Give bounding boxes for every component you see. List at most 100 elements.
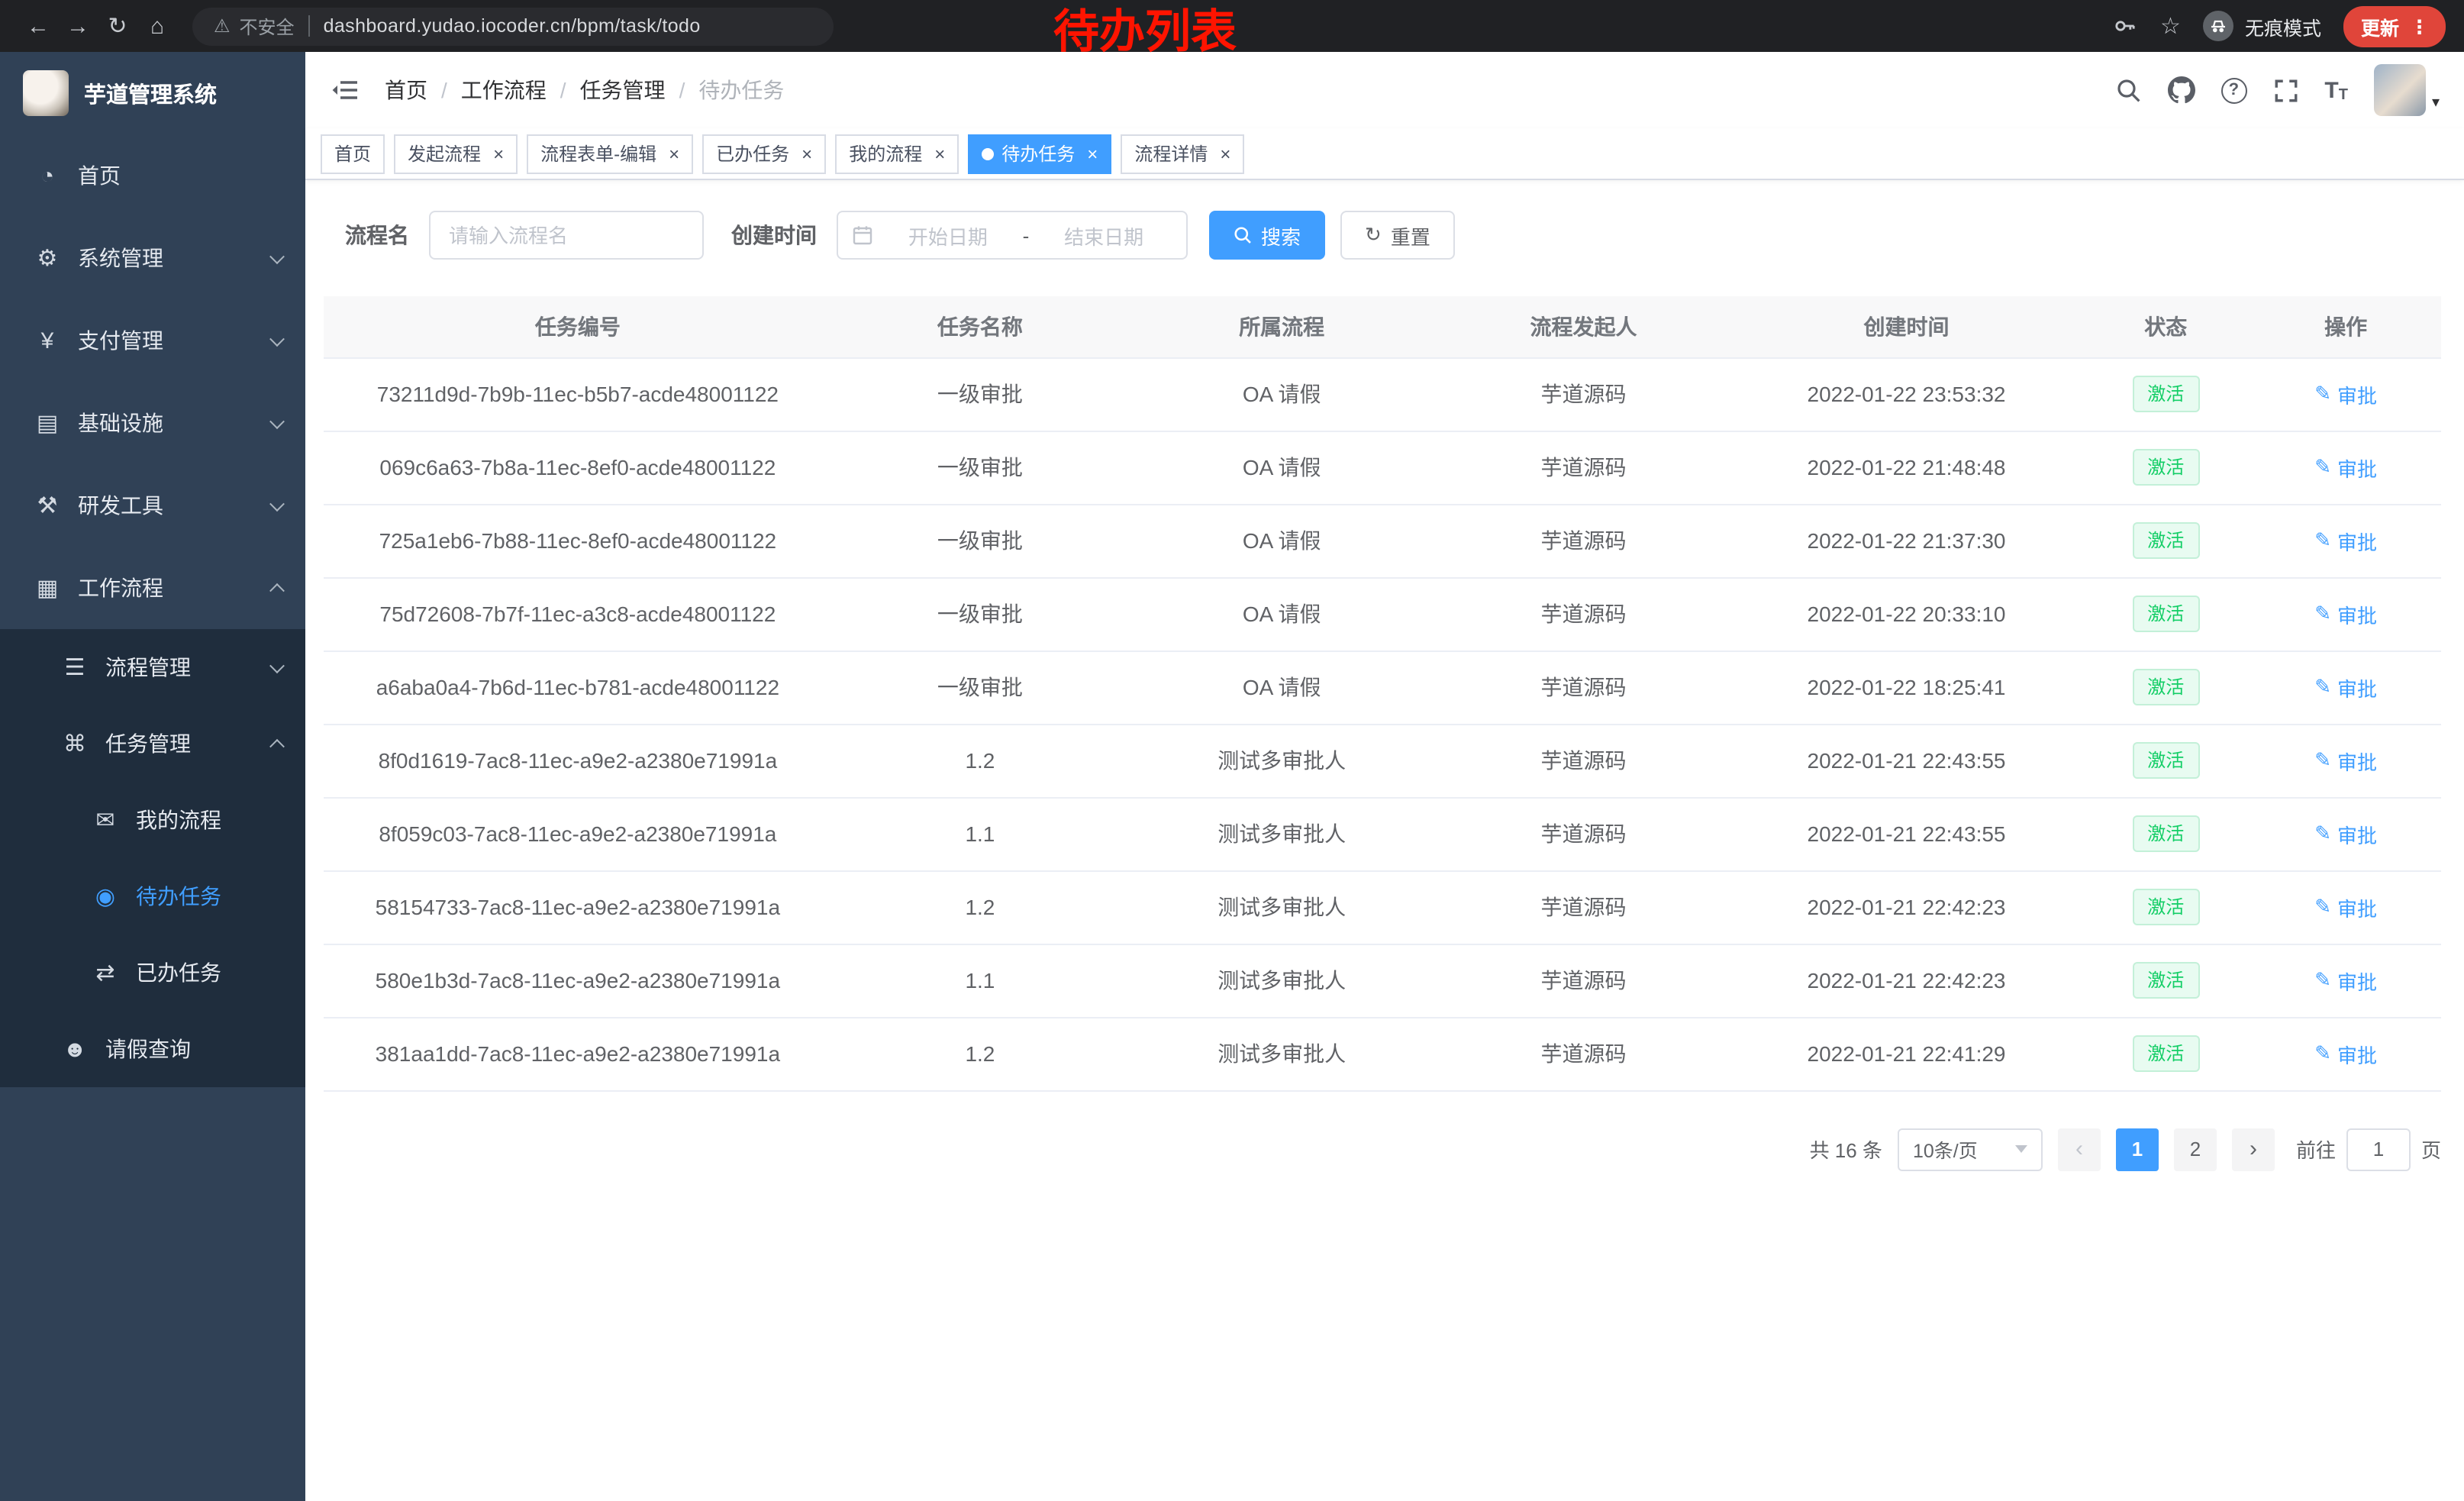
approve-link[interactable]: ✎审批 bbox=[2314, 673, 2377, 702]
reload-icon[interactable]: ↻ bbox=[98, 6, 137, 46]
sidebar-item-dev-tools[interactable]: ⚒研发工具 bbox=[0, 464, 305, 547]
close-icon[interactable]: × bbox=[493, 144, 504, 163]
tab-start-process[interactable]: 发起流程× bbox=[394, 134, 518, 173]
chevron-down-icon bbox=[269, 495, 285, 511]
close-icon[interactable]: × bbox=[1220, 144, 1230, 163]
approve-link[interactable]: ✎审批 bbox=[2314, 379, 2377, 408]
process-name-input[interactable] bbox=[429, 211, 704, 260]
tab-my-process[interactable]: 我的流程× bbox=[835, 134, 959, 173]
sidebar-item-system[interactable]: ⚙系统管理 bbox=[0, 217, 305, 299]
filter-form: 流程名 创建时间 开始日期 - 结束日期 搜索 bbox=[345, 211, 2441, 260]
column-header: 任务编号 bbox=[324, 296, 832, 357]
close-icon[interactable]: × bbox=[669, 144, 679, 163]
edit-icon: ✎ bbox=[2314, 675, 2331, 699]
edit-icon: ✎ bbox=[2314, 895, 2331, 919]
date-range-picker[interactable]: 开始日期 - 结束日期 bbox=[837, 211, 1188, 260]
tab-process-detail[interactable]: 流程详情× bbox=[1121, 134, 1244, 173]
security-label: 不安全 bbox=[240, 13, 295, 39]
update-button[interactable]: 更新 ⋮ bbox=[2344, 5, 2446, 47]
reset-button[interactable]: ↻ 重置 bbox=[1340, 211, 1455, 260]
sidebar-item-leave-query[interactable]: ☻请假查询 bbox=[0, 1011, 305, 1087]
cell-process: OA 请假 bbox=[1128, 504, 1435, 577]
refresh-icon: ↻ bbox=[1365, 223, 1382, 247]
security-warning-icon: ⚠ bbox=[214, 15, 231, 37]
next-page-button[interactable]: › bbox=[2232, 1128, 2275, 1170]
close-icon[interactable]: × bbox=[934, 144, 945, 163]
goto-unit: 页 bbox=[2421, 1135, 2441, 1164]
table-row: a6aba0a4-7b6d-11ec-b781-acde48001122一级审批… bbox=[324, 650, 2441, 724]
key-icon[interactable] bbox=[2113, 14, 2137, 38]
home-icon[interactable]: ⌂ bbox=[137, 6, 177, 46]
bookmark-star-icon[interactable]: ☆ bbox=[2160, 12, 2181, 40]
approve-link[interactable]: ✎审批 bbox=[2314, 526, 2377, 555]
goto-page-input[interactable] bbox=[2346, 1128, 2411, 1170]
github-icon[interactable] bbox=[2167, 76, 2195, 104]
back-icon[interactable]: ← bbox=[18, 6, 58, 46]
sidebar-item-home[interactable]: ◔首页 bbox=[0, 134, 305, 217]
cell-starter: 芋道源码 bbox=[1435, 1017, 1731, 1090]
calendar-icon bbox=[852, 224, 873, 246]
sidebar-item-process-mgmt[interactable]: ☰流程管理 bbox=[0, 629, 305, 705]
end-date-placeholder: 结束日期 bbox=[1035, 221, 1172, 250]
cell-task-id: 725a1eb6-7b88-11ec-8ef0-acde48001122 bbox=[324, 504, 832, 577]
fullscreen-icon[interactable] bbox=[2272, 77, 2298, 103]
sidebar-item-task-mgmt[interactable]: ⌘任务管理 bbox=[0, 705, 305, 782]
sidebar-item-workflow[interactable]: ▦工作流程 bbox=[0, 547, 305, 629]
approve-link[interactable]: ✎审批 bbox=[2314, 453, 2377, 482]
incognito-label: 无痕模式 bbox=[2245, 11, 2321, 40]
breadcrumb-task-mgmt[interactable]: 任务管理 bbox=[580, 75, 666, 105]
chevron-down-icon bbox=[269, 331, 285, 346]
prev-page-button[interactable]: ‹ bbox=[2058, 1128, 2101, 1170]
logo: 芋道管理系统 bbox=[0, 52, 305, 134]
cell-task-name: 一级审批 bbox=[832, 577, 1128, 650]
approve-link[interactable]: ✎审批 bbox=[2314, 1039, 2377, 1068]
goto-page: 前往 页 bbox=[2296, 1128, 2441, 1170]
approve-link[interactable]: ✎审批 bbox=[2314, 819, 2377, 848]
approve-link[interactable]: ✎审批 bbox=[2314, 746, 2377, 775]
column-header: 操作 bbox=[2250, 296, 2441, 357]
sidebar-item-todo-task[interactable]: ◉待办任务 bbox=[0, 858, 305, 934]
share-icon: ⇄ bbox=[89, 959, 122, 986]
cell-created: 2022-01-22 20:33:10 bbox=[1732, 577, 2082, 650]
search-button[interactable]: 搜索 bbox=[1209, 211, 1325, 260]
approve-link[interactable]: ✎审批 bbox=[2314, 599, 2377, 628]
sidebar-item-my-process[interactable]: ✉我的流程 bbox=[0, 782, 305, 858]
column-header: 所属流程 bbox=[1128, 296, 1435, 357]
user-menu[interactable]: ▾ bbox=[2374, 64, 2440, 116]
page-button-2[interactable]: 2 bbox=[2174, 1128, 2217, 1170]
close-icon[interactable]: × bbox=[801, 144, 812, 163]
dashboard-icon: ◔ bbox=[31, 163, 64, 189]
approve-link[interactable]: ✎审批 bbox=[2314, 966, 2377, 995]
chevron-up-icon bbox=[269, 583, 285, 598]
column-header: 任务名称 bbox=[832, 296, 1128, 357]
breadcrumb-workflow[interactable]: 工作流程 bbox=[461, 75, 547, 105]
search-icon[interactable] bbox=[2115, 77, 2141, 103]
list-icon: ☰ bbox=[58, 654, 92, 681]
help-icon[interactable]: ? bbox=[2221, 77, 2246, 103]
cell-task-id: a6aba0a4-7b6d-11ec-b781-acde48001122 bbox=[324, 650, 832, 724]
font-size-icon[interactable]: TT bbox=[2324, 77, 2348, 103]
sidebar-item-payment[interactable]: ¥支付管理 bbox=[0, 299, 305, 382]
page-button-1[interactable]: 1 bbox=[2116, 1128, 2159, 1170]
cell-process: OA 请假 bbox=[1128, 650, 1435, 724]
edit-icon: ✎ bbox=[2314, 528, 2331, 553]
close-icon[interactable]: × bbox=[1087, 144, 1098, 163]
sidebar-collapse-icon[interactable] bbox=[330, 75, 360, 105]
breadcrumb-home[interactable]: 首页 bbox=[385, 75, 427, 105]
table-row: 580e1b3d-7ac8-11ec-a9e2-a2380e71991a1.1测… bbox=[324, 944, 2441, 1017]
tab-home[interactable]: 首页 bbox=[321, 134, 385, 173]
page-size-select[interactable]: 10条/页 bbox=[1898, 1128, 2043, 1170]
tab-form-edit[interactable]: 流程表单-编辑× bbox=[527, 134, 693, 173]
sidebar-item-done-task[interactable]: ⇄已办任务 bbox=[0, 934, 305, 1011]
tab-todo-task[interactable]: 待办任务× bbox=[968, 134, 1111, 173]
cell-created: 2022-01-21 22:41:29 bbox=[1732, 1017, 2082, 1090]
browser-menu-icon[interactable]: ⋮ bbox=[2410, 15, 2429, 37]
approve-link[interactable]: ✎审批 bbox=[2314, 893, 2377, 922]
address-bar[interactable]: ⚠ 不安全 dashboard.yudao.iocoder.cn/bpm/tas… bbox=[192, 7, 834, 45]
sidebar-item-infra[interactable]: ▤基础设施 bbox=[0, 382, 305, 464]
breadcrumb: 首页 / 工作流程 / 任务管理 / 待办任务 bbox=[385, 75, 784, 105]
breadcrumb-separator: / bbox=[441, 78, 447, 102]
forward-icon[interactable]: → bbox=[58, 6, 98, 46]
range-separator: - bbox=[1023, 224, 1030, 247]
tab-done-task[interactable]: 已办任务× bbox=[702, 134, 826, 173]
